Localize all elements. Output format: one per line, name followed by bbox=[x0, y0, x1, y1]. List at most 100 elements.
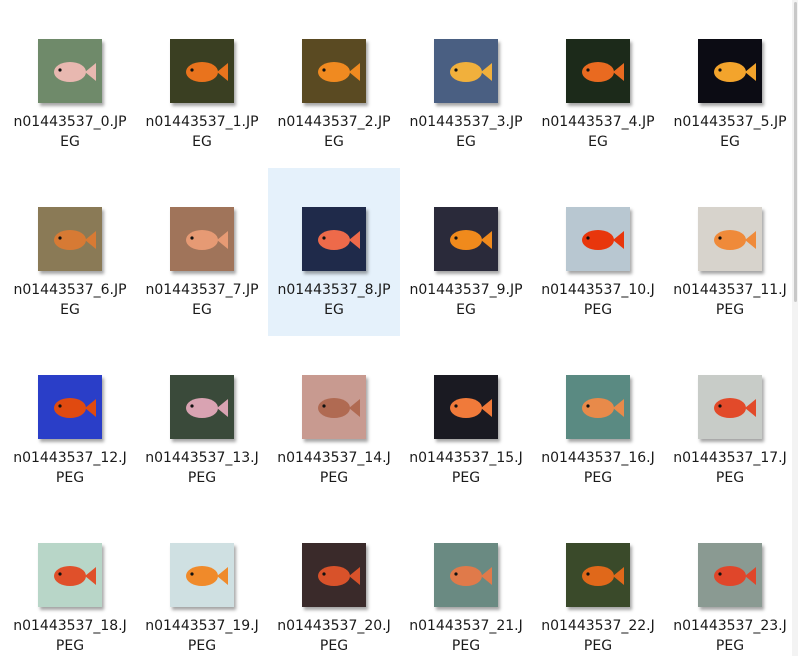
file-item[interactable]: n01443537_0.JP EG bbox=[4, 0, 136, 168]
file-name-line-1: n01443537_23.J bbox=[673, 618, 787, 634]
image-thumbnail bbox=[38, 543, 102, 607]
file-name: n01443537_1.JP EG bbox=[136, 112, 268, 152]
image-thumbnail bbox=[302, 207, 366, 271]
image-thumbnail bbox=[698, 39, 762, 103]
file-name-line-2: EG bbox=[192, 134, 212, 150]
file-name: n01443537_5.JP EG bbox=[664, 112, 796, 152]
image-thumbnail bbox=[434, 375, 498, 439]
scrollbar-thumb[interactable] bbox=[794, 2, 797, 302]
file-name-line-2: PEG bbox=[319, 470, 349, 486]
file-name: n01443537_8.JP EG bbox=[268, 280, 400, 320]
file-name: n01443537_18.J PEG bbox=[4, 616, 136, 656]
file-name-line-2: PEG bbox=[583, 302, 613, 318]
file-name-line-1: n01443537_12.J bbox=[13, 450, 127, 466]
file-name-line-1: n01443537_18.J bbox=[13, 618, 127, 634]
image-thumbnail bbox=[170, 375, 234, 439]
image-thumbnail bbox=[38, 207, 102, 271]
image-thumbnail bbox=[302, 375, 366, 439]
file-name-line-2: PEG bbox=[451, 638, 481, 654]
file-item[interactable]: n01443537_22.J PEG bbox=[532, 504, 664, 672]
file-name: n01443537_2.JP EG bbox=[268, 112, 400, 152]
file-name: n01443537_11.J PEG bbox=[664, 280, 796, 320]
file-name-line-1: n01443537_9.JP bbox=[409, 282, 523, 298]
file-item[interactable]: n01443537_21.J PEG bbox=[400, 504, 532, 672]
file-item[interactable]: n01443537_20.J PEG bbox=[268, 504, 400, 672]
file-item[interactable]: n01443537_2.JP EG bbox=[268, 0, 400, 168]
image-thumbnail bbox=[698, 207, 762, 271]
file-name-line-2: PEG bbox=[55, 470, 85, 486]
file-item[interactable]: n01443537_15.J PEG bbox=[400, 336, 532, 504]
file-name: n01443537_21.J PEG bbox=[400, 616, 532, 656]
image-thumbnail bbox=[698, 375, 762, 439]
file-grid: n01443537_0.JP EG n01443537_1.JP EG n0144353… bbox=[8, 0, 798, 656]
file-item[interactable]: n01443537_6.JP EG bbox=[4, 168, 136, 336]
file-name-line-1: n01443537_0.JP bbox=[13, 114, 127, 130]
image-thumbnail bbox=[170, 39, 234, 103]
file-name: n01443537_22.J PEG bbox=[532, 616, 664, 656]
file-name-line-2: PEG bbox=[451, 470, 481, 486]
file-name-line-2: PEG bbox=[319, 638, 349, 654]
file-name-line-2: PEG bbox=[55, 638, 85, 654]
file-name-line-1: n01443537_7.JP bbox=[145, 282, 259, 298]
image-thumbnail bbox=[170, 207, 234, 271]
file-name-line-2: PEG bbox=[715, 302, 745, 318]
file-name-line-1: n01443537_13.J bbox=[145, 450, 259, 466]
file-name: n01443537_3.JP EG bbox=[400, 112, 532, 152]
file-name-line-2: EG bbox=[588, 134, 608, 150]
file-name: n01443537_15.J PEG bbox=[400, 448, 532, 488]
file-item[interactable]: n01443537_10.J PEG bbox=[532, 168, 664, 336]
file-name: n01443537_4.JP EG bbox=[532, 112, 664, 152]
file-name: n01443537_14.J PEG bbox=[268, 448, 400, 488]
file-item[interactable]: n01443537_5.JP EG bbox=[664, 0, 796, 168]
file-name-line-2: PEG bbox=[583, 638, 613, 654]
image-thumbnail bbox=[566, 375, 630, 439]
file-item[interactable]: n01443537_7.JP EG bbox=[136, 168, 268, 336]
file-name-line-1: n01443537_3.JP bbox=[409, 114, 523, 130]
file-name: n01443537_20.J PEG bbox=[268, 616, 400, 656]
file-item[interactable]: n01443537_11.J PEG bbox=[664, 168, 796, 336]
file-name: n01443537_6.JP EG bbox=[4, 280, 136, 320]
file-name: n01443537_9.JP EG bbox=[400, 280, 532, 320]
file-item[interactable]: n01443537_3.JP EG bbox=[400, 0, 532, 168]
image-thumbnail bbox=[566, 543, 630, 607]
file-item[interactable]: n01443537_23.J PEG bbox=[664, 504, 796, 672]
file-name: n01443537_17.J PEG bbox=[664, 448, 796, 488]
file-name-line-1: n01443537_22.J bbox=[541, 618, 655, 634]
file-item[interactable]: n01443537_9.JP EG bbox=[400, 168, 532, 336]
file-name-line-2: EG bbox=[720, 134, 740, 150]
file-item[interactable]: n01443537_4.JP EG bbox=[532, 0, 664, 168]
file-item[interactable]: n01443537_14.J PEG bbox=[268, 336, 400, 504]
file-name-line-1: n01443537_11.J bbox=[673, 282, 787, 298]
image-thumbnail bbox=[434, 207, 498, 271]
file-item[interactable]: n01443537_16.J PEG bbox=[532, 336, 664, 504]
file-item[interactable]: n01443537_18.J PEG bbox=[4, 504, 136, 672]
file-name-line-2: PEG bbox=[187, 470, 217, 486]
image-thumbnail bbox=[698, 543, 762, 607]
file-name-line-1: n01443537_6.JP bbox=[13, 282, 127, 298]
file-name: n01443537_7.JP EG bbox=[136, 280, 268, 320]
file-name-line-2: PEG bbox=[187, 638, 217, 654]
file-name: n01443537_10.J PEG bbox=[532, 280, 664, 320]
file-name-line-2: EG bbox=[324, 134, 344, 150]
file-name-line-1: n01443537_16.J bbox=[541, 450, 655, 466]
file-item[interactable]: n01443537_13.J PEG bbox=[136, 336, 268, 504]
file-name-line-1: n01443537_21.J bbox=[409, 618, 523, 634]
file-name: n01443537_16.J PEG bbox=[532, 448, 664, 488]
file-name-line-2: EG bbox=[324, 302, 344, 318]
file-name-line-1: n01443537_17.J bbox=[673, 450, 787, 466]
file-item[interactable]: n01443537_19.J PEG bbox=[136, 504, 268, 672]
file-item[interactable]: n01443537_12.J PEG bbox=[4, 336, 136, 504]
file-item[interactable]: n01443537_1.JP EG bbox=[136, 0, 268, 168]
image-thumbnail bbox=[38, 39, 102, 103]
file-name-line-2: EG bbox=[60, 302, 80, 318]
file-name-line-1: n01443537_10.J bbox=[541, 282, 655, 298]
file-name: n01443537_0.JP EG bbox=[4, 112, 136, 152]
file-name: n01443537_19.J PEG bbox=[136, 616, 268, 656]
file-name-line-2: EG bbox=[456, 302, 476, 318]
file-name-line-2: PEG bbox=[715, 638, 745, 654]
file-item[interactable]: n01443537_17.J PEG bbox=[664, 336, 796, 504]
vertical-scrollbar[interactable] bbox=[792, 0, 798, 656]
file-name: n01443537_23.J PEG bbox=[664, 616, 796, 656]
file-item[interactable]: n01443537_8.JP EG bbox=[268, 168, 400, 336]
file-name-line-2: EG bbox=[192, 302, 212, 318]
